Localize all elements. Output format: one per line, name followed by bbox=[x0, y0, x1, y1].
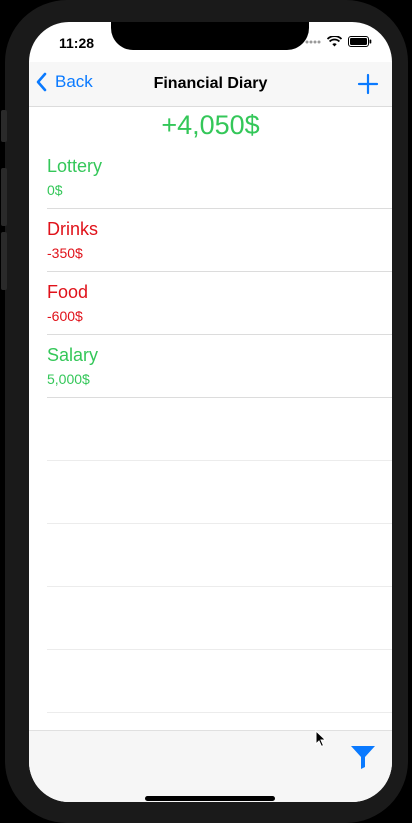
volume-up-button bbox=[1, 168, 7, 226]
entry-amount: 5,000$ bbox=[47, 371, 90, 387]
entry-title: Salary bbox=[47, 345, 99, 365]
list-item[interactable]: Food -600$ bbox=[47, 272, 392, 335]
entry-title: Lottery bbox=[47, 156, 103, 176]
entry-amount: -600$ bbox=[47, 308, 83, 324]
empty-row bbox=[47, 587, 392, 650]
list-item[interactable]: Drinks -350$ bbox=[47, 209, 392, 272]
plus-icon[interactable] bbox=[356, 72, 380, 96]
filter-icon[interactable] bbox=[349, 743, 377, 771]
notch bbox=[111, 22, 309, 50]
wifi-icon bbox=[327, 36, 342, 47]
balance-total: +4,050$ bbox=[161, 110, 260, 140]
entry-amount: 0$ bbox=[47, 182, 63, 198]
empty-row bbox=[47, 398, 392, 461]
entry-title: Food bbox=[47, 282, 89, 302]
empty-row bbox=[47, 461, 392, 524]
bottom-toolbar bbox=[29, 730, 392, 802]
page-title: Financial Diary bbox=[153, 75, 268, 92]
entry-title: Drinks bbox=[47, 219, 99, 239]
empty-row bbox=[47, 524, 392, 587]
screen: 11:28 Back Financial Diary +4,050$ Lotte… bbox=[29, 22, 392, 802]
mute-switch bbox=[1, 110, 7, 142]
status-time: 11:28 bbox=[59, 35, 95, 51]
home-indicator bbox=[145, 796, 275, 801]
mouse-cursor-icon bbox=[315, 730, 327, 748]
list-item[interactable]: Lottery 0$ bbox=[47, 146, 392, 209]
status-icons bbox=[305, 36, 372, 47]
volume-down-button bbox=[1, 232, 7, 290]
empty-row bbox=[47, 650, 392, 713]
entry-amount: -350$ bbox=[47, 245, 83, 261]
signal-icon bbox=[305, 40, 321, 43]
battery-icon bbox=[348, 36, 372, 47]
entries-list: Lottery 0$ Drinks -350$ Food -600$ Salar… bbox=[47, 146, 392, 713]
navigation-bar: Back Financial Diary bbox=[29, 62, 392, 107]
list-item[interactable]: Salary 5,000$ bbox=[47, 335, 392, 398]
